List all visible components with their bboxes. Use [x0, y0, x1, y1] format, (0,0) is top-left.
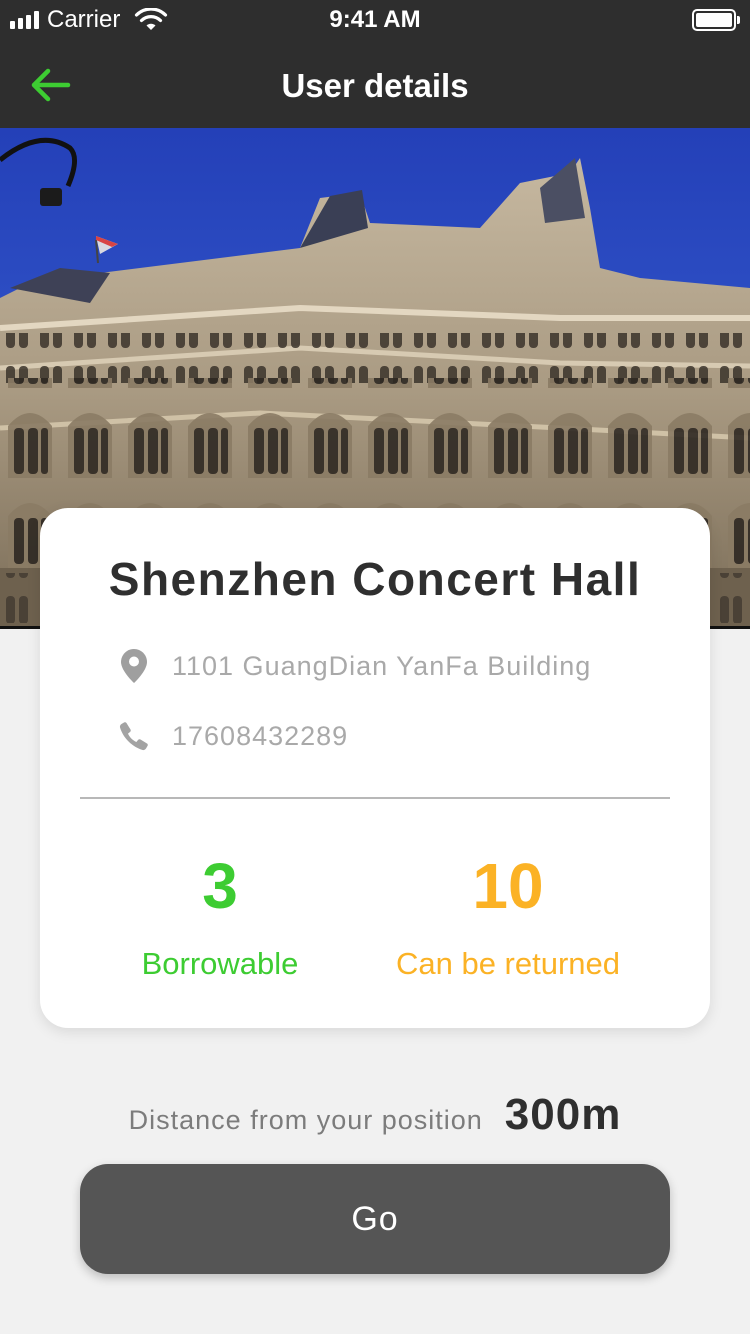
borrowable-stat: 3 Borrowable	[80, 848, 360, 984]
battery-icon	[692, 9, 740, 31]
go-button[interactable]: Go	[80, 1164, 670, 1274]
page-title: User details	[281, 67, 469, 104]
venue-card: Shenzhen Concert Hall 1101 GuangDian Yan…	[40, 508, 710, 1028]
phone-number[interactable]: 17608432289	[172, 716, 348, 756]
phone-icon	[118, 716, 150, 756]
returnable-label: Can be returned	[395, 946, 621, 981]
returnable-count: 10	[472, 850, 544, 922]
borrowable-count: 3	[202, 850, 238, 922]
address-row: 1101 GuangDian YanFa Building	[118, 646, 591, 686]
distance-label: Distance from your position	[128, 1105, 483, 1135]
nav-bar: User details	[0, 40, 750, 128]
location-pin-icon	[118, 646, 150, 686]
borrowable-label: Borrowable	[141, 946, 299, 981]
distance-row: Distance from your position 300m	[0, 1090, 750, 1150]
card-divider	[80, 797, 670, 799]
venue-name: Shenzhen Concert Hall	[108, 553, 642, 605]
status-bar: Carrier 9:41 AM	[0, 0, 750, 40]
address-text: 1101 GuangDian YanFa Building	[172, 651, 592, 681]
returnable-stat: 10 Can be returned	[368, 848, 648, 984]
distance-value: 300m	[504, 1090, 622, 1139]
phone-row: 17608432289	[118, 716, 348, 756]
user-details-screen: Carrier 9:41 AM User details Shenzhen Co…	[0, 0, 750, 1334]
status-time: 9:41 AM	[329, 6, 421, 33]
